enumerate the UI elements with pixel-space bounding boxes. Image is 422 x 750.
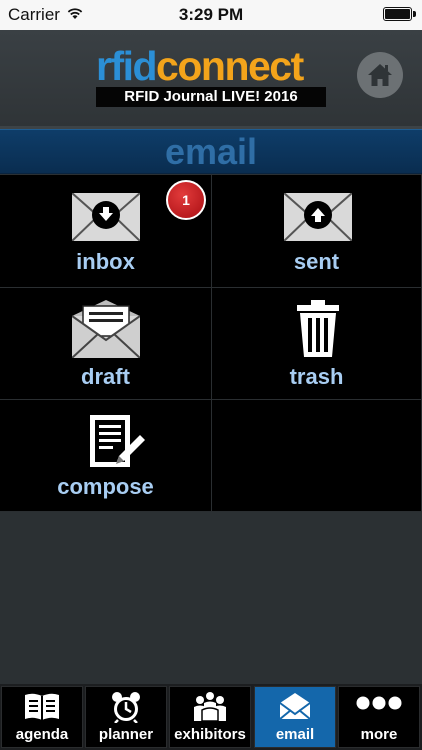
trash-label: trash <box>289 364 344 389</box>
home-button[interactable] <box>357 52 403 98</box>
logo-rfid-text: rfid <box>96 43 158 89</box>
home-icon <box>368 64 392 86</box>
people-icon <box>194 692 226 722</box>
compose-icon <box>90 415 145 467</box>
tab-agenda[interactable]: agenda <box>1 686 83 748</box>
inbox-button[interactable]: inbox 1 <box>0 175 212 288</box>
sent-button[interactable]: sent <box>212 175 422 288</box>
inbox-label: inbox <box>76 249 135 274</box>
status-time: 3:29 PM <box>178 5 244 24</box>
compose-button[interactable]: compose <box>0 400 212 512</box>
tab-exhibitors-label: exhibitors <box>174 726 246 743</box>
tab-exhibitors[interactable]: exhibitors <box>169 686 251 748</box>
sent-label: sent <box>293 249 340 274</box>
event-tagline: RFID Journal LIVE! 2016 <box>96 87 326 107</box>
tab-more-label: more <box>360 726 398 743</box>
envelope-upload-icon <box>284 193 352 241</box>
tab-planner-label: planner <box>98 726 154 743</box>
draft-button[interactable]: draft <box>0 288 212 400</box>
envelope-download-icon <box>72 193 140 241</box>
draft-label: draft <box>81 364 130 389</box>
agenda-icon <box>25 693 59 720</box>
battery-icon <box>383 7 416 21</box>
bottom-tab-bar: agenda planner exhibitors email more <box>0 684 422 750</box>
email-menu-grid: inbox 1 sent draft trash compose <box>0 175 422 512</box>
status-bar: Carrier 3:29 PM <box>0 0 422 30</box>
section-title: email <box>164 131 258 172</box>
app-logo: rfidconnect <box>96 43 304 89</box>
tab-more[interactable]: more <box>338 686 420 748</box>
inbox-unread-badge: 1 <box>166 180 206 220</box>
tab-email-label: email <box>275 726 315 743</box>
tab-agenda-label: agenda <box>15 726 69 743</box>
tab-email[interactable]: email <box>254 686 336 748</box>
envelope-icon <box>279 693 311 720</box>
envelope-letter-icon <box>72 300 140 358</box>
more-dots-icon <box>356 696 402 710</box>
alarm-clock-icon <box>112 692 140 724</box>
tab-planner[interactable]: planner <box>85 686 167 748</box>
trash-button[interactable]: trash <box>212 288 422 400</box>
section-title-bar: email <box>0 129 422 174</box>
compose-label: compose <box>57 474 154 499</box>
logo-connect-text: connect <box>156 43 304 89</box>
app-header: rfidconnect RFID Journal LIVE! 2016 <box>0 30 422 126</box>
trash-icon <box>297 300 339 357</box>
empty-grid-cell <box>212 400 422 512</box>
